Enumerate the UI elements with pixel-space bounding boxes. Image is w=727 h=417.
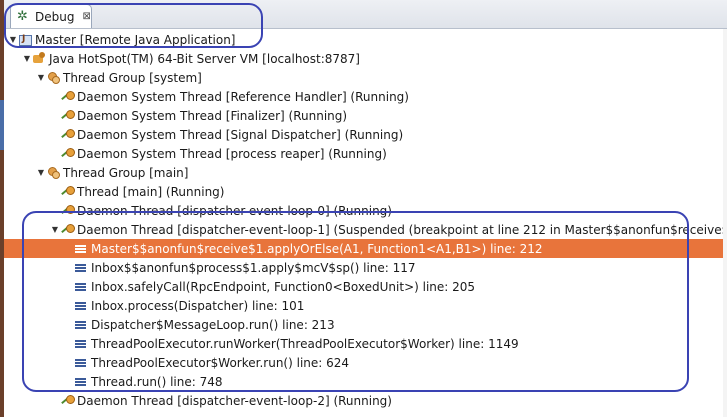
thread-icon <box>60 90 75 104</box>
tree-row[interactable]: Daemon System Thread [Finalizer] (Runnin… <box>4 106 727 125</box>
close-icon[interactable]: ⊠ <box>82 11 90 22</box>
tree-row-label: Daemon Thread [dispatcher-event-loop-2] … <box>77 393 392 408</box>
stack-frame-icon <box>74 337 88 351</box>
tree-row-label: Daemon System Thread [Signal Dispatcher]… <box>77 127 404 142</box>
stack-frame-row[interactable]: Master$$anonfun$receive$1.applyOrElse(A1… <box>4 239 727 258</box>
tree-row-label: Thread [main] (Running) <box>77 184 225 199</box>
thread-icon <box>60 109 75 123</box>
thread-icon <box>60 128 75 142</box>
expand-toggle-icon[interactable]: ▼ <box>36 168 46 177</box>
tree-row[interactable]: Daemon Thread [dispatcher-event-loop-2] … <box>4 391 727 410</box>
tree-row[interactable]: ▼ Master [Remote Java Application] <box>4 30 727 49</box>
stack-frame-row[interactable]: Inbox$$anonfun$process$1.apply$mcV$sp() … <box>4 258 727 277</box>
expand-toggle-icon[interactable]: ▼ <box>22 54 32 63</box>
stack-frame-row[interactable]: ThreadPoolExecutor.runWorker(ThreadPoolE… <box>4 334 727 353</box>
thread-group-icon <box>46 71 60 85</box>
tree-row-label: Daemon System Thread [process reaper] (R… <box>77 146 387 161</box>
remote-java-app-icon <box>18 33 32 47</box>
debug-tab[interactable]: ✲ Debug ⊠ <box>10 4 92 28</box>
tree-row[interactable]: Daemon Thread [dispatcher-event-loop-0] … <box>4 201 727 220</box>
thread-icon <box>60 394 75 408</box>
tree-row[interactable]: ▼ Thread Group [main] <box>4 163 727 182</box>
tree-row-label: Master$$anonfun$receive$1.applyOrElse(A1… <box>91 241 543 256</box>
tree-row[interactable]: ▼ Daemon Thread [dispatcher-event-loop-1]… <box>4 220 727 239</box>
stack-frame-icon <box>74 261 88 275</box>
tree-row-label: Thread Group [system] <box>63 70 202 85</box>
debug-bug-icon: ✲ <box>17 8 28 24</box>
stack-frame-row[interactable]: Thread.run() line: 748 <box>4 372 727 391</box>
thread-group-icon <box>46 166 60 180</box>
thread-icon <box>60 185 75 199</box>
tree-row[interactable]: Daemon System Thread [Signal Dispatcher]… <box>4 125 727 144</box>
tree-row[interactable]: ▼ Java HotSpot(TM) 64-Bit Server VM [loca… <box>4 49 727 68</box>
tree-row[interactable]: Daemon System Thread [Reference Handler]… <box>4 87 727 106</box>
stack-frame-icon <box>74 356 88 370</box>
stack-frame-icon <box>74 242 88 256</box>
suspended-thread-icon <box>60 223 75 237</box>
tree-row[interactable]: Thread [main] (Running) <box>4 182 727 201</box>
tree-row-label: Daemon Thread [dispatcher-event-loop-1] … <box>77 222 727 237</box>
tree-row-label: Inbox.process(Dispatcher) line: 101 <box>91 298 305 313</box>
thread-icon <box>60 204 75 218</box>
expand-toggle-icon[interactable]: ▼ <box>50 225 60 234</box>
tree-row-label: Daemon System Thread [Finalizer] (Runnin… <box>77 108 348 123</box>
stack-frame-row[interactable]: Inbox.process(Dispatcher) line: 101 <box>4 296 727 315</box>
tree-row-label: Thread.run() line: 748 <box>91 374 223 389</box>
tree-row-label: Java HotSpot(TM) 64-Bit Server VM [local… <box>49 51 360 66</box>
tree-row-label: Daemon Thread [dispatcher-event-loop-0] … <box>77 203 392 218</box>
stack-frame-row[interactable]: Inbox.safelyCall(RpcEndpoint, Function0<… <box>4 277 727 296</box>
stack-frame-row[interactable]: Dispatcher$MessageLoop.run() line: 213 <box>4 315 727 334</box>
tree-row[interactable]: Daemon System Thread [process reaper] (R… <box>4 144 727 163</box>
tree-row-label: Inbox.safelyCall(RpcEndpoint, Function0<… <box>91 279 476 294</box>
tree-row-label: Inbox$$anonfun$process$1.apply$mcV$sp() … <box>91 260 416 275</box>
vertical-scrollbar[interactable] <box>723 29 727 417</box>
tree-row-label: ThreadPoolExecutor$Worker.run() line: 62… <box>91 355 350 370</box>
thread-icon <box>60 147 75 161</box>
view-tab-bar: ✲ Debug ⊠ <box>4 0 727 29</box>
java-vm-icon <box>32 51 46 66</box>
tree-row-label: Thread Group [main] <box>63 165 189 180</box>
tree-row-label: Daemon System Thread [Reference Handler]… <box>77 89 409 104</box>
expand-toggle-icon[interactable]: ▼ <box>8 35 18 44</box>
stack-frame-row[interactable]: ThreadPoolExecutor$Worker.run() line: 62… <box>4 353 727 372</box>
tree-row-label: ThreadPoolExecutor.runWorker(ThreadPoolE… <box>91 336 519 351</box>
tree-row-label: Dispatcher$MessageLoop.run() line: 213 <box>91 317 335 332</box>
expand-toggle-icon[interactable]: ▼ <box>36 73 46 82</box>
tree-row-label: Master [Remote Java Application] <box>35 32 236 47</box>
stack-frame-icon <box>74 318 88 332</box>
stack-frame-icon <box>74 299 88 313</box>
stack-frame-icon <box>74 375 88 389</box>
debug-tab-label: Debug <box>35 9 75 24</box>
tree-row[interactable]: ▼ Thread Group [system] <box>4 68 727 87</box>
stack-frame-icon <box>74 280 88 294</box>
